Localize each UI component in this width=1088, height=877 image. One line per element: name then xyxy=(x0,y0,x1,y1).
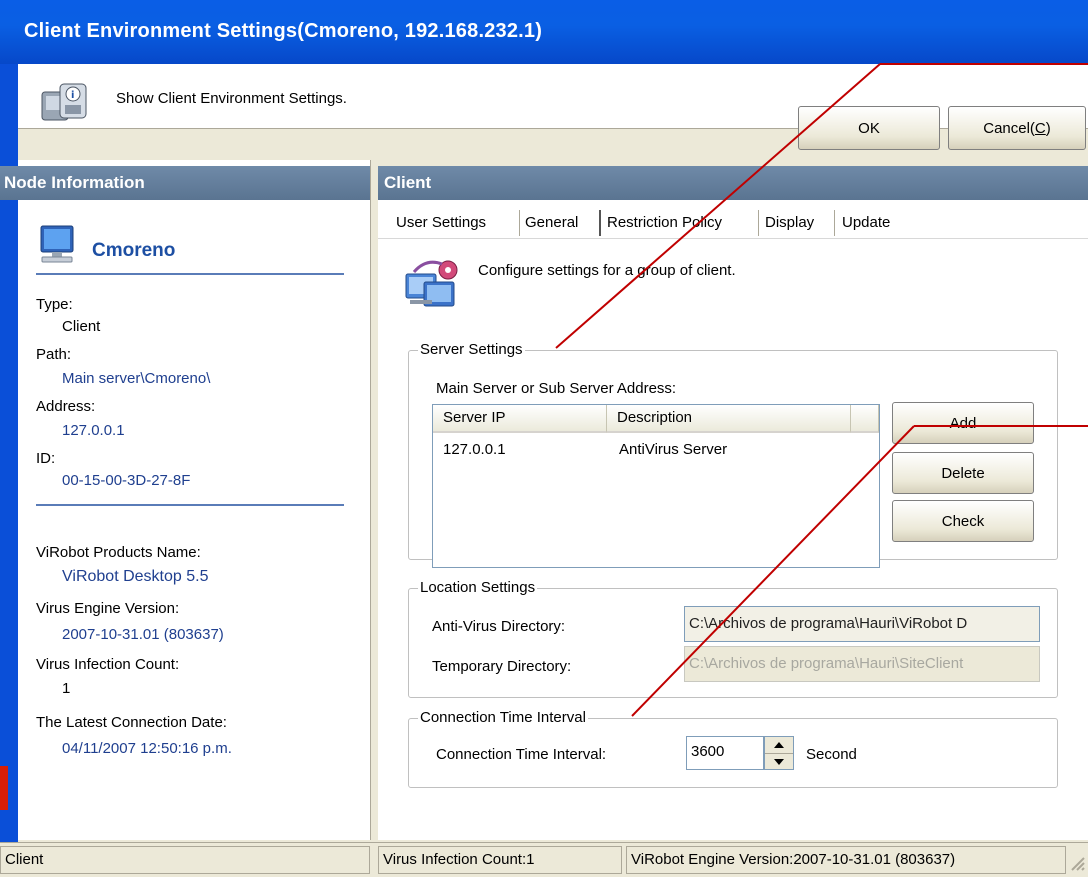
tab-strip-border xyxy=(378,238,1088,239)
infection-value: 1 xyxy=(62,680,71,697)
tab-restriction-policy[interactable]: Restriction Policy xyxy=(607,214,722,231)
id-value: 00-15-00-3D-27-8F xyxy=(62,472,191,489)
path-value: Main server\Cmoreno\ xyxy=(62,370,211,387)
antivirus-directory-label: Anti-Virus Directory: xyxy=(432,618,566,635)
engine-label: Virus Engine Version: xyxy=(36,600,180,617)
path-label: Path: xyxy=(36,346,72,363)
arrow-up-icon xyxy=(774,742,784,748)
tab-divider xyxy=(758,210,759,236)
client-group-icon xyxy=(402,256,468,316)
server-ip-cell: 127.0.0.1 xyxy=(443,441,506,458)
temporary-directory-field[interactable]: C:\Archivos de programa\Hauri\SiteClient xyxy=(684,646,1040,682)
add-label: Add xyxy=(949,414,977,432)
address-value: 127.0.0.1 xyxy=(62,422,125,439)
product-value: ViRobot Desktop 5.5 xyxy=(62,568,209,585)
node-information-heading: Node Information xyxy=(0,166,370,200)
engine-value: 2007-10-31.01 (803637) xyxy=(62,626,224,643)
antivirus-directory-field[interactable]: C:\Archivos de programa\Hauri\ViRobot D xyxy=(684,606,1040,642)
server-description-cell: AntiVirus Server xyxy=(619,441,728,458)
product-label: ViRobot Products Name: xyxy=(36,544,201,561)
tab-user-settings[interactable]: User Settings xyxy=(396,214,486,231)
id-label: ID: xyxy=(36,450,56,467)
check-label: Check xyxy=(941,512,985,530)
window-title: Client Environment Settings(Cmoreno, 192… xyxy=(24,20,543,42)
connection-interval-title: Connection Time Interval xyxy=(418,709,588,726)
title-bar[interactable]: Client Environment Settings(Cmoreno, 192… xyxy=(0,0,1088,64)
tab-divider xyxy=(519,210,520,236)
status-pane-engine: ViRobot Engine Version:2007-10-31.01 (80… xyxy=(626,846,1066,874)
temporary-directory-label: Temporary Directory: xyxy=(432,658,572,675)
header-description: Show Client Environment Settings. xyxy=(116,90,347,107)
tab-display[interactable]: Display xyxy=(765,214,814,231)
network-info-icon: i xyxy=(38,78,90,128)
ok-button[interactable]: OK xyxy=(798,106,940,150)
infection-label: Virus Infection Count: xyxy=(36,656,180,673)
tab-divider xyxy=(599,210,601,236)
connection-interval-label: Connection Time Interval: xyxy=(436,746,607,763)
tab-divider xyxy=(834,210,835,236)
spin-down-button[interactable] xyxy=(765,754,793,769)
check-button[interactable]: Check xyxy=(892,500,1034,542)
add-button[interactable]: Add xyxy=(892,402,1034,444)
node-separator-bottom xyxy=(36,504,344,506)
computer-icon xyxy=(38,224,78,270)
server-list-label: Main Server or Sub Server Address: xyxy=(436,380,677,397)
tab-general[interactable]: General xyxy=(525,214,578,231)
tab-update[interactable]: Update xyxy=(842,214,890,231)
type-value: Client xyxy=(62,318,101,335)
server-list[interactable]: Server IP Description 127.0.0.1 AntiViru… xyxy=(432,404,880,568)
connection-interval-unit: Second xyxy=(806,746,857,763)
client-description: Configure settings for a group of client… xyxy=(478,262,736,279)
ok-label: OK xyxy=(858,119,880,137)
address-label: Address: xyxy=(36,398,96,415)
column-description[interactable]: Description xyxy=(607,405,851,433)
status-pane-infection: Virus Infection Count:1 xyxy=(378,846,622,874)
location-settings-title: Location Settings xyxy=(418,579,538,596)
cancel-label: Cancel(C) xyxy=(983,119,1051,137)
node-separator-top xyxy=(36,273,344,275)
last-connection-value: 04/11/2007 12:50:16 p.m. xyxy=(62,740,232,757)
delete-button[interactable]: Delete xyxy=(892,452,1034,494)
connection-interval-input[interactable]: 3600 xyxy=(686,736,764,770)
background-red-strip xyxy=(0,766,8,810)
node-name: Cmoreno xyxy=(92,240,176,261)
client-heading: Client xyxy=(378,166,1088,200)
column-filler xyxy=(851,405,879,433)
column-server-ip[interactable]: Server IP xyxy=(433,405,607,433)
spin-up-button[interactable] xyxy=(765,737,793,754)
svg-text:i: i xyxy=(71,90,74,101)
type-label: Type: xyxy=(36,296,73,313)
server-settings-title: Server Settings xyxy=(418,341,525,358)
status-pane-node: Client xyxy=(0,846,370,874)
arrow-down-icon xyxy=(774,758,784,765)
last-connection-label: The Latest Connection Date: xyxy=(36,714,227,731)
resize-grip-icon[interactable] xyxy=(1068,854,1086,876)
cancel-button[interactable]: Cancel(C) xyxy=(948,106,1086,150)
connection-interval-spinner[interactable] xyxy=(764,736,794,770)
delete-label: Delete xyxy=(941,464,985,482)
